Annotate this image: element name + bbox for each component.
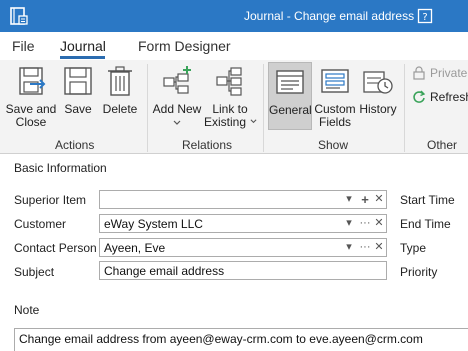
- title-bar: Journal - Change email address ?: [0, 0, 468, 32]
- dropdown-arrow-icon[interactable]: ▾: [342, 215, 356, 232]
- chevron-down-icon: [250, 119, 257, 124]
- window-title: Journal - Change email address: [244, 9, 415, 23]
- general-view-button[interactable]: General: [268, 62, 312, 130]
- ribbon-separator: [404, 64, 405, 152]
- customer-label: Customer: [14, 217, 67, 231]
- save-icon: [64, 67, 92, 95]
- customer-value: eWay System LLC: [104, 217, 203, 231]
- note-label: Note: [14, 303, 40, 317]
- link-to-label-2: Existing: [204, 115, 257, 129]
- private-button[interactable]: Private: [412, 66, 467, 80]
- history-icon: [363, 71, 393, 94]
- ribbon-separator: [147, 64, 148, 152]
- dropdown-arrow-icon[interactable]: ▾: [342, 191, 356, 208]
- ribbon-separator: [263, 64, 264, 152]
- tab-journal[interactable]: Journal: [60, 38, 106, 54]
- save-label: Save: [64, 102, 92, 116]
- custom-fields-label-2: Fields: [318, 115, 351, 129]
- other-group-label: Other: [427, 138, 458, 152]
- add-icon[interactable]: +: [358, 191, 372, 208]
- relations-group-label: Relations: [182, 138, 233, 152]
- clear-icon[interactable]: ✕: [372, 191, 386, 208]
- help-icon[interactable]: ?: [417, 8, 433, 24]
- link-relation-icon: [216, 67, 242, 96]
- subject-label: Subject: [14, 265, 55, 279]
- svg-text:?: ?: [422, 12, 427, 23]
- save-button[interactable]: Save: [61, 64, 95, 130]
- save-and-close-icon: [19, 67, 46, 95]
- add-new-label: Add New: [152, 102, 202, 116]
- clear-icon[interactable]: ✕: [372, 215, 386, 232]
- link-existing-text: Existing: [204, 115, 247, 129]
- active-tab-indicator: [60, 56, 105, 59]
- subject-field[interactable]: Change email address: [99, 261, 387, 280]
- journal-app-icon: [10, 7, 28, 25]
- clear-icon[interactable]: ✕: [372, 239, 386, 256]
- note-textarea[interactable]: Change email address from ayeen@eway-crm…: [14, 328, 468, 351]
- history-label: History: [359, 102, 397, 116]
- section-title: Basic Information: [14, 161, 107, 175]
- contact-person-label: Contact Person: [14, 241, 97, 255]
- subject-value: Change email address: [104, 264, 225, 278]
- custom-fields-button[interactable]: Custom Fields: [314, 64, 356, 130]
- custom-fields-icon: [321, 69, 349, 93]
- tab-file[interactable]: File: [12, 38, 35, 54]
- link-to-existing-button[interactable]: Link to Existing: [204, 64, 257, 130]
- superior-item-label: Superior Item: [14, 193, 87, 207]
- more-options-icon[interactable]: ···: [358, 239, 372, 256]
- add-new-button[interactable]: Add New: [152, 64, 202, 130]
- type-label: Type: [400, 241, 427, 255]
- save-and-close-label-2: Close: [15, 115, 47, 129]
- chevron-down-icon: [173, 120, 181, 125]
- end-time-label: End Time: [400, 217, 451, 231]
- start-time-label: Start Time: [400, 193, 455, 207]
- history-button[interactable]: History: [358, 64, 398, 130]
- dropdown-arrow-icon[interactable]: ▾: [342, 239, 356, 256]
- general-view-icon: [276, 70, 304, 94]
- save-and-close-button[interactable]: Save and Close: [4, 64, 58, 130]
- private-label: Private: [430, 66, 468, 80]
- lock-icon: [413, 66, 425, 80]
- add-relation-icon: [163, 66, 191, 94]
- general-label: General: [269, 103, 312, 117]
- trash-icon: [108, 66, 132, 96]
- actions-group-label: Actions: [55, 138, 95, 152]
- show-group-label: Show: [318, 138, 349, 152]
- refresh-label: Refresh: [430, 90, 468, 104]
- tab-form-designer[interactable]: Form Designer: [138, 38, 231, 54]
- superior-item-field[interactable]: ▾ + ✕: [99, 190, 387, 209]
- contact-person-field[interactable]: Ayeen, Eve ▾ ··· ✕: [99, 238, 387, 257]
- refresh-icon: [413, 90, 426, 103]
- delete-label: Delete: [102, 102, 138, 116]
- journal-form: Basic Information Superior Item ▾ + ✕ St…: [0, 155, 468, 351]
- delete-button[interactable]: Delete: [100, 64, 140, 130]
- customer-field[interactable]: eWay System LLC ▾ ··· ✕: [99, 214, 387, 233]
- more-options-icon[interactable]: ···: [358, 215, 372, 232]
- note-value: Change email address from ayeen@eway-crm…: [19, 332, 423, 346]
- ribbon: Save and Close Save Delete Actions Add N…: [0, 60, 468, 154]
- refresh-button[interactable]: Refresh: [412, 90, 468, 104]
- priority-label: Priority: [400, 265, 438, 279]
- contact-person-value: Ayeen, Eve: [104, 241, 166, 255]
